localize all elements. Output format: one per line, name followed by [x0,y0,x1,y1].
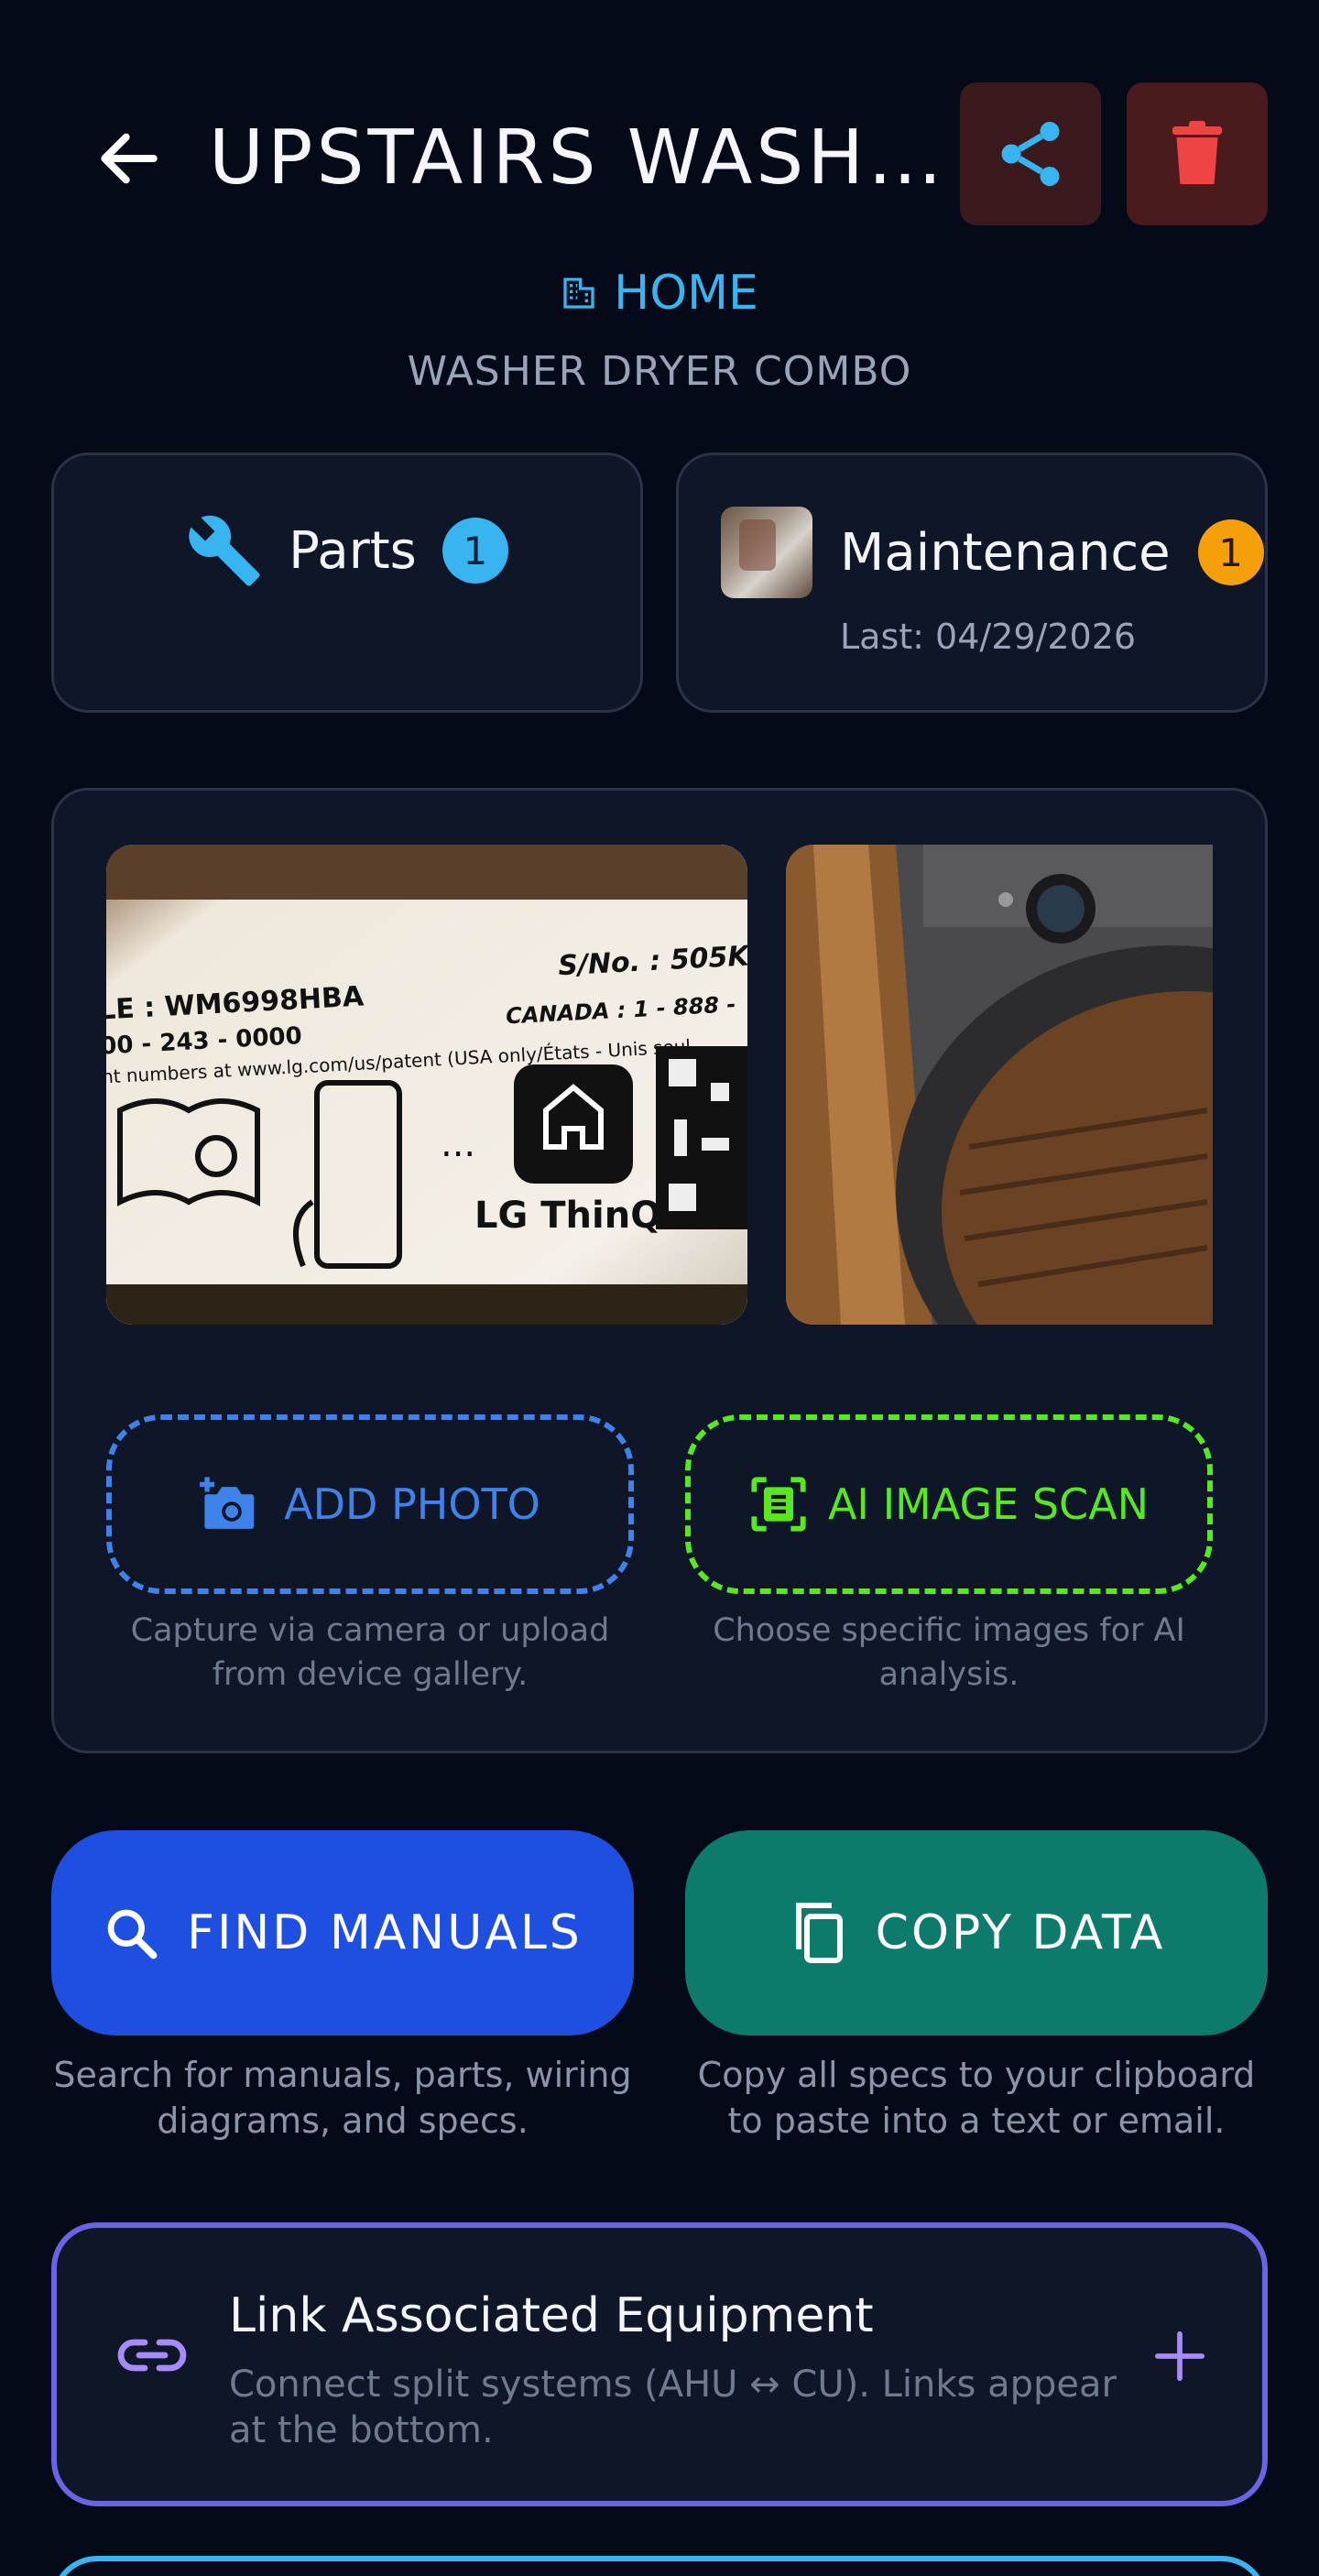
link-equipment-card[interactable]: Link Associated Equipment Connect split … [51,2222,1268,2506]
location-link[interactable]: HOME [0,266,1319,321]
label-brand-text: LG ThinQ [474,1195,661,1237]
photo-thumbnail-washer[interactable] [786,845,1213,1325]
add-link-button[interactable] [1143,2319,1216,2393]
share-button[interactable] [960,82,1101,225]
link-equipment-description: Connect split systems (AHU ↔ CU). Links … [229,2363,1117,2451]
add-photo-label: ADD PHOTO [284,1479,540,1529]
maintenance-count-badge: 1 [1197,519,1264,585]
link-equipment-title: Link Associated Equipment [229,2288,874,2343]
svg-text:...: ... [441,1123,475,1165]
link-icon [117,2339,187,2372]
photo-thumbnail-label[interactable]: LE : WM6998HBA 00 - 243 - 0000 nt number… [106,845,747,1325]
parts-count-badge: 1 [441,518,508,584]
next-section-card[interactable] [51,2556,1268,2576]
plus-icon [1154,2330,1205,2382]
page-title: UPSTAIRS WASHE... [209,115,960,202]
maintenance-thumbnail [721,507,812,598]
ai-image-scan-label: AI IMAGE SCAN [827,1479,1150,1529]
ai-image-scan-button[interactable]: AI IMAGE SCAN [685,1414,1213,1594]
equipment-type: WASHER DRYER COMBO [407,348,912,395]
trash-icon [1172,121,1222,184]
maintenance-label: Maintenance [840,522,1171,583]
search-icon [107,1909,158,1959]
maintenance-card[interactable]: Maintenance 1 Last: 04/29/2026 [676,453,1268,713]
copy-data-button[interactable]: COPY DATA [685,1830,1268,2036]
find-manuals-button[interactable]: FIND MANUALS [51,1830,634,2036]
parts-label: Parts [289,520,417,581]
document-scan-icon [751,1477,806,1532]
ai-scan-help-text: Choose specific images for AI analysis. [713,1612,1185,1693]
copy-data-help-text: Copy all specs to your clipboard to past… [697,2055,1256,2141]
add-photo-button[interactable]: ADD PHOTO [106,1414,634,1594]
share-icon [1001,122,1060,186]
back-button[interactable] [88,117,170,200]
delete-button[interactable] [1127,82,1268,225]
parts-card[interactable]: Parts 1 [51,453,643,713]
copy-data-label: COPY DATA [875,1905,1166,1960]
copy-icon [795,1903,843,1963]
wrench-icon [189,515,260,586]
find-manuals-label: FIND MANUALS [187,1905,583,1960]
add-photo-help-text: Capture via camera or upload from device… [130,1612,610,1693]
arrow-left-icon [101,133,158,184]
location-label: HOME [614,266,758,321]
building-icon [563,278,594,309]
maintenance-last-date: Last: 04/29/2026 [840,617,1137,657]
find-manuals-help-text: Search for manuals, parts, wiring diagra… [53,2055,632,2141]
add-camera-icon [200,1477,255,1529]
